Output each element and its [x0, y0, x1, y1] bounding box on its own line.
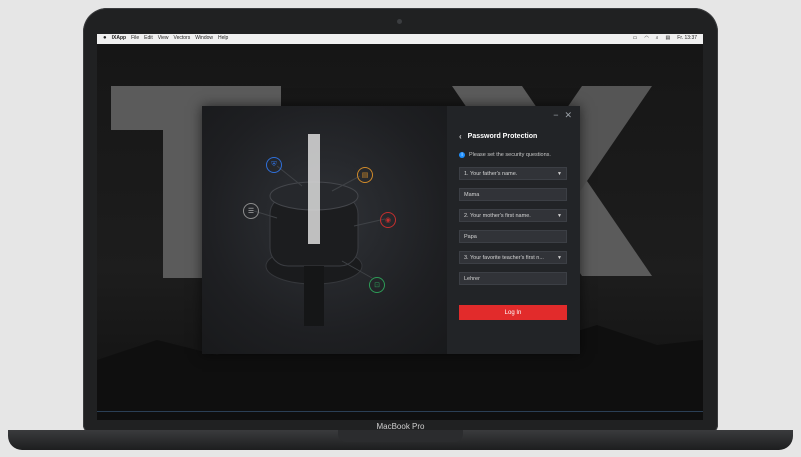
question-3-label: 3. Your favorite teacher's first n... — [464, 254, 544, 261]
info-text: Please set the security questions. — [469, 151, 551, 158]
menu-clock[interactable]: Fr. 13:37 — [677, 35, 697, 41]
answer-2-input[interactable]: Papa — [459, 230, 567, 243]
answer-1-value: Mama — [464, 191, 480, 198]
menu-app-name[interactable]: IXApp — [112, 35, 126, 41]
lock-icon: ⊡ — [369, 277, 385, 293]
window-controls: − ✕ — [553, 110, 572, 121]
question-3-select[interactable]: 3. Your favorite teacher's first n... ▼ — [459, 251, 567, 264]
fingerprint-icon: ◉ — [380, 212, 396, 228]
lock-core-illustration — [253, 134, 386, 326]
camera — [397, 19, 402, 24]
list-icon: ☰ — [243, 203, 259, 219]
battery-icon[interactable]: ▭ — [633, 35, 638, 41]
chevron-down-icon: ▼ — [557, 255, 562, 261]
password-protection-dialog: ⛨ ▤ ☰ ◉ ⊡ − ✕ ‹ Password Protection i Pl… — [202, 106, 580, 354]
core-stem — [304, 266, 324, 326]
document-icon: ▤ — [357, 167, 373, 183]
menu-item-help[interactable]: Help — [218, 35, 228, 41]
chevron-down-icon: ▼ — [557, 171, 562, 177]
login-button[interactable]: Log In — [459, 305, 567, 320]
light-beam — [308, 134, 320, 244]
question-2-select[interactable]: 2. Your mother's first name. ▼ — [459, 209, 567, 222]
info-message: i Please set the security questions. — [459, 150, 569, 159]
close-icon[interactable]: ✕ — [564, 110, 572, 121]
back-chevron-icon[interactable]: ‹ — [459, 132, 462, 141]
security-illustration: ⛨ ▤ ☰ ◉ ⊡ — [202, 106, 447, 354]
dialog-header: ‹ Password Protection — [459, 130, 569, 142]
screen-bottom-line — [97, 411, 703, 412]
answer-1-input[interactable]: Mama — [459, 188, 567, 201]
answer-2-value: Papa — [464, 233, 477, 240]
dialog-title: Password Protection — [467, 132, 538, 140]
answer-3-input[interactable]: Lehrer — [459, 272, 567, 285]
laptop-notch — [338, 430, 463, 442]
menu-bar: ● IXApp File Edit View Vectors Window He… — [97, 34, 703, 44]
security-questions-form: ‹ Password Protection i Please set the s… — [459, 130, 569, 320]
answer-3-value: Lehrer — [464, 275, 480, 282]
menu-item-file[interactable]: File — [131, 35, 139, 41]
menu-item-view[interactable]: View — [158, 35, 169, 41]
question-1-select[interactable]: 1. Your father's name. ▼ — [459, 167, 567, 180]
search-icon[interactable]: ⌕ — [656, 35, 659, 41]
minimize-icon[interactable]: − — [553, 110, 558, 121]
info-icon: i — [459, 151, 465, 158]
menu-item-edit[interactable]: Edit — [144, 35, 153, 41]
question-2-label: 2. Your mother's first name. — [464, 212, 531, 219]
menu-item-window[interactable]: Window — [195, 35, 213, 41]
apple-icon[interactable]: ● — [103, 35, 107, 41]
device-brand-label: MacBook Pro — [376, 422, 425, 431]
menu-item-vectors[interactable]: Vectors — [174, 35, 191, 41]
question-1-label: 1. Your father's name. — [464, 170, 518, 177]
chevron-down-icon: ▼ — [557, 213, 562, 219]
shield-icon: ⛨ — [266, 157, 282, 173]
control-center-icon[interactable]: ▤ — [666, 35, 671, 41]
wifi-icon[interactable]: ◠ — [644, 35, 648, 41]
